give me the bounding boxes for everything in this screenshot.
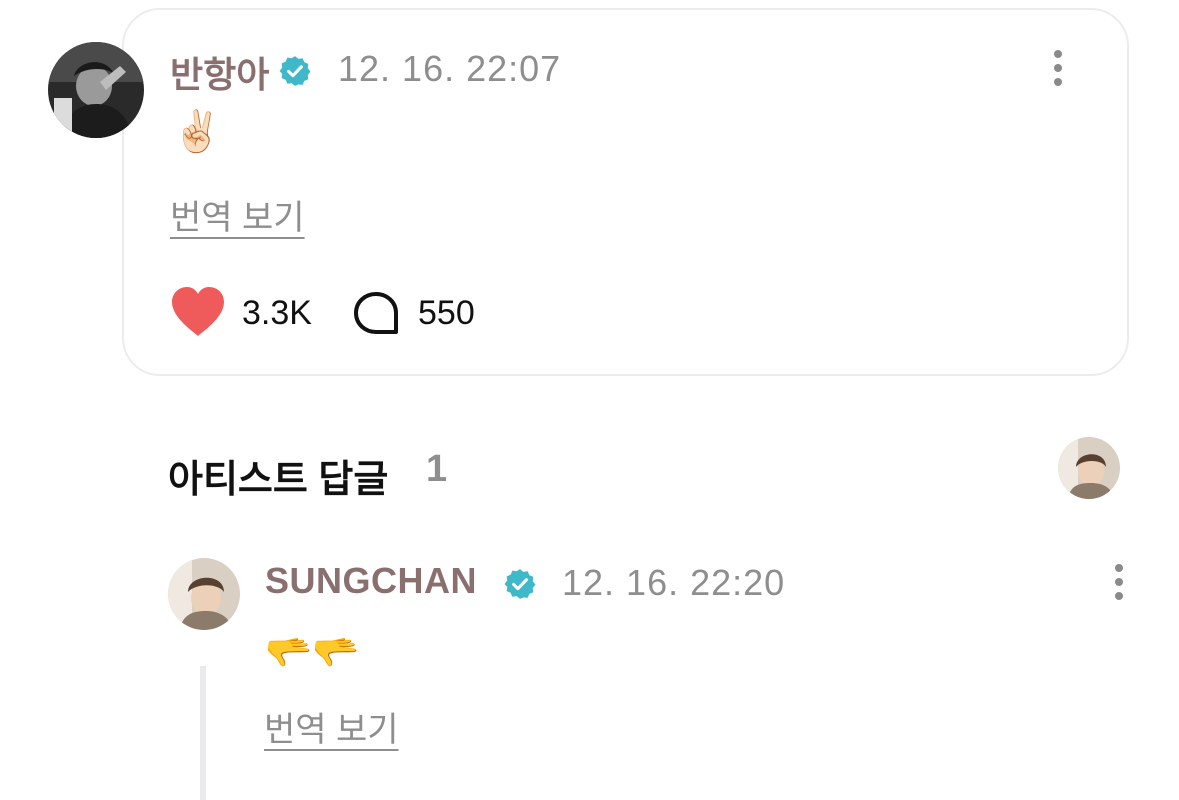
reply-author-avatar[interactable] <box>168 558 240 630</box>
reply-timestamp: 12. 16. 22:20 <box>562 562 786 603</box>
more-vertical-icon[interactable] <box>1113 564 1125 606</box>
post-author-avatar[interactable] <box>48 42 144 138</box>
profile-photo-color-icon <box>168 558 240 630</box>
artist-replies-title: 아티스트 답글 <box>168 459 389 501</box>
artist-replies-avatar[interactable] <box>1058 437 1120 499</box>
more-vertical-icon[interactable] <box>1052 50 1064 92</box>
profile-photo-color-icon <box>1058 437 1120 499</box>
thread-line <box>200 666 206 800</box>
translate-link[interactable]: 번역 보기 <box>264 702 399 751</box>
translate-link[interactable]: 번역 보기 <box>170 190 305 239</box>
post-author-name[interactable]: 반항아 <box>170 46 269 98</box>
verified-badge-icon <box>503 567 537 601</box>
post-timestamp: 12. 16. 22:07 <box>338 48 562 89</box>
heart-icon[interactable] <box>170 286 226 338</box>
reply-author-name[interactable]: SUNGCHAN <box>265 560 477 602</box>
like-count: 3.3K <box>242 294 312 332</box>
comment-count: 550 <box>418 294 475 332</box>
comment-bubble-icon[interactable] <box>352 290 400 336</box>
post-body: ✌🏻 <box>172 109 222 155</box>
reply-body: 🫳🫳 <box>265 630 360 674</box>
artist-replies-count: 1 <box>426 448 448 490</box>
profile-photo-bw-icon <box>48 42 144 138</box>
verified-badge-icon <box>278 54 312 88</box>
